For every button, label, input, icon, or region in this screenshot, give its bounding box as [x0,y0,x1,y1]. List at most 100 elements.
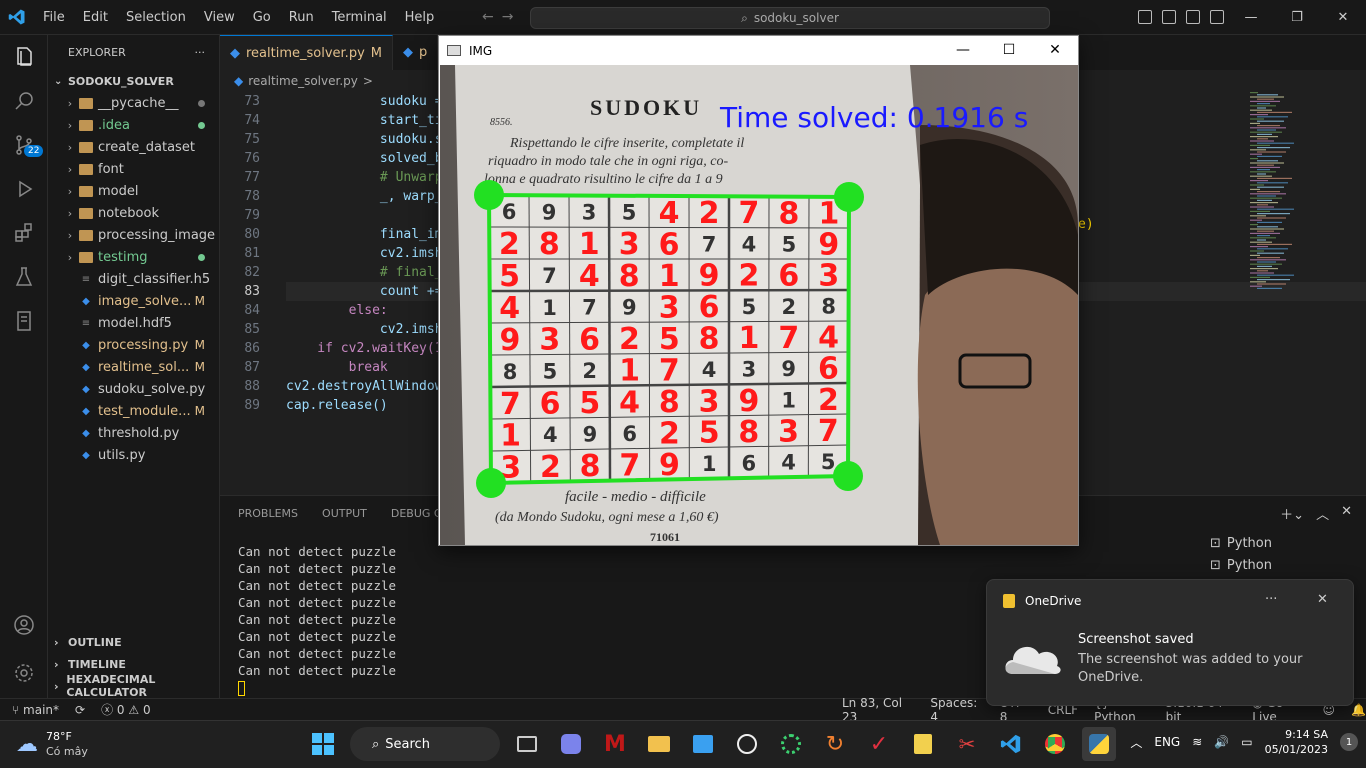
instruction-line-3: lonna e quadrato risultino le cifre da 1… [484,172,723,187]
close-icon[interactable]: ✕ [1032,36,1078,65]
tree-item[interactable]: › model [48,180,219,202]
mcafee-icon[interactable]: M [598,727,632,761]
teams-icon[interactable] [554,727,588,761]
volume-icon[interactable]: 🔊 [1214,735,1229,749]
source-control-activity[interactable]: 22 [0,123,48,167]
notification-badge[interactable]: 1 [1340,733,1358,751]
tab-output[interactable]: OUTPUT [322,507,367,520]
menu-help[interactable]: Help [396,10,444,25]
restore-icon[interactable]: ❐ [1274,10,1320,25]
breadcrumb-file[interactable]: realtime_solver.py [248,74,358,88]
chevron-up-icon[interactable]: ︿ [1130,734,1142,751]
tree-item[interactable]: ◆ utils.py [48,444,219,466]
terminal-item[interactable]: ⊡ Python [1200,532,1366,554]
terminal-output[interactable]: Can not detect puzzle Can not detect puzz… [238,543,396,679]
battery-icon[interactable]: ▭ [1241,735,1252,749]
toggle-panel-icon[interactable] [1162,10,1176,24]
minimize-icon[interactable]: — [1228,10,1274,25]
photos-icon[interactable] [906,727,940,761]
menu-edit[interactable]: Edit [74,10,117,25]
problems-status[interactable]: ⓧ 0 ⚠ 0 [101,701,151,718]
outline-section[interactable]: › OUTLINE [48,631,220,653]
close-icon[interactable]: ✕ [1320,10,1366,25]
tab-problems[interactable]: PROBLEMS [238,507,298,520]
hexcalc-section[interactable]: › HEXADECIMAL CALCULATOR [48,673,220,699]
task-view-icon[interactable] [510,727,544,761]
minimap[interactable] [1246,92,1306,292]
tree-item[interactable]: ◆ realtime_sol... M [48,356,219,378]
menu-view[interactable]: View [195,10,244,25]
orange-app-icon[interactable]: ↻ [818,727,852,761]
start-button[interactable] [306,727,340,761]
customize-layout-icon[interactable] [1210,10,1224,24]
menu-run[interactable]: Run [280,10,323,25]
tree-item[interactable]: ◆ threshold.py [48,422,219,444]
tree-item[interactable]: › notebook [48,202,219,224]
menu-file[interactable]: File [34,10,74,25]
toggle-secondary-sidebar-icon[interactable] [1186,10,1200,24]
clock[interactable]: 9:14 SA 05/01/2023 [1265,727,1328,757]
branch-status[interactable]: ⑂ main* [12,703,59,717]
sync-icon[interactable]: ⟳ [75,703,85,717]
tree-item[interactable]: ≡ model.hdf5 [48,312,219,334]
more-actions-icon[interactable]: ··· [195,46,206,59]
microsoft-store-icon[interactable] [686,727,720,761]
workspace-folder[interactable]: ⌄ SODOKU_SOLVER [48,70,219,92]
onedrive-notification[interactable]: OneDrive ··· ✕ Screenshot saved The scre… [986,579,1354,706]
minimize-icon[interactable]: — [940,36,986,65]
tree-item[interactable]: ◆ sudoku_solve.py [48,378,219,400]
manage-activity[interactable] [0,651,48,695]
explorer-activity[interactable] [0,35,48,79]
taskbar-search[interactable]: ⌕ Search [350,727,500,761]
search-activity[interactable] [0,79,48,123]
red-app-icon[interactable]: ✓ [862,727,896,761]
new-terminal-icon[interactable]: ＋⌄ [1280,504,1304,523]
tab-realtime-solver[interactable]: ◆ realtime_solver.py M [220,35,393,70]
maximize-icon[interactable]: ☐ [986,36,1032,65]
accounts-activity[interactable] [0,603,48,647]
remote-activity[interactable] [0,299,48,343]
camera-frame: SUDOKU 8556. Rispettando le cifre inseri… [440,65,1078,545]
timeline-section[interactable]: › TIMELINE [48,653,220,675]
tree-item[interactable]: › processing_image [48,224,219,246]
wifi-icon[interactable]: ≋ [1192,735,1202,749]
more-options-icon[interactable]: ··· [1265,592,1277,607]
notifications-icon[interactable]: 🔔 [1351,703,1366,717]
menu-selection[interactable]: Selection [117,10,195,25]
close-panel-icon[interactable]: ✕ [1341,504,1352,523]
loading-app-icon[interactable] [774,727,808,761]
close-icon[interactable]: ✕ [1317,592,1328,607]
tree-item[interactable]: › testimg [48,246,219,268]
github-desktop-icon[interactable] [730,727,764,761]
extensions-activity[interactable] [0,211,48,255]
tree-item[interactable]: › font [48,158,219,180]
command-center-search[interactable]: ⌕ sodoku_solver [530,7,1050,29]
menu-go[interactable]: Go [244,10,280,25]
file-explorer-icon[interactable] [642,727,676,761]
snipping-tool-icon[interactable]: ✂ [950,727,984,761]
run-debug-activity[interactable] [0,167,48,211]
tree-item[interactable]: ◆ image_solve... M [48,290,219,312]
vscode-taskbar-icon[interactable] [994,727,1028,761]
python-taskbar-icon[interactable] [1082,727,1116,761]
tree-item[interactable]: ◆ test_module... M [48,400,219,422]
testing-activity[interactable] [0,255,48,299]
maximize-panel-icon[interactable]: ︿ [1316,504,1329,523]
input-language[interactable]: ENG [1154,735,1180,749]
terminal-item[interactable]: ⊡ Python [1200,554,1366,576]
nav-arrows-icon[interactable]: ←→ [482,9,521,25]
opencv-titlebar[interactable]: IMG — ☐ ✕ [439,36,1078,65]
tab-second[interactable]: ◆ p [393,35,439,70]
tree-item[interactable]: › .idea [48,114,219,136]
toggle-sidebar-icon[interactable] [1138,10,1152,24]
tree-item[interactable]: ◆ processing.py M [48,334,219,356]
tree-item[interactable]: › create_dataset [48,136,219,158]
cloud-icon: ☁ [16,731,38,757]
tree-item[interactable]: ≡ digit_classifier.h5 [48,268,219,290]
menu-terminal[interactable]: Terminal [323,10,396,25]
tree-item[interactable]: › __pycache__ [48,92,219,114]
status-dot-icon [198,118,205,132]
chrome-icon[interactable] [1038,727,1072,761]
line-number: 82 [244,265,260,280]
weather-widget[interactable]: ☁ 78°F Có mây [16,729,88,759]
